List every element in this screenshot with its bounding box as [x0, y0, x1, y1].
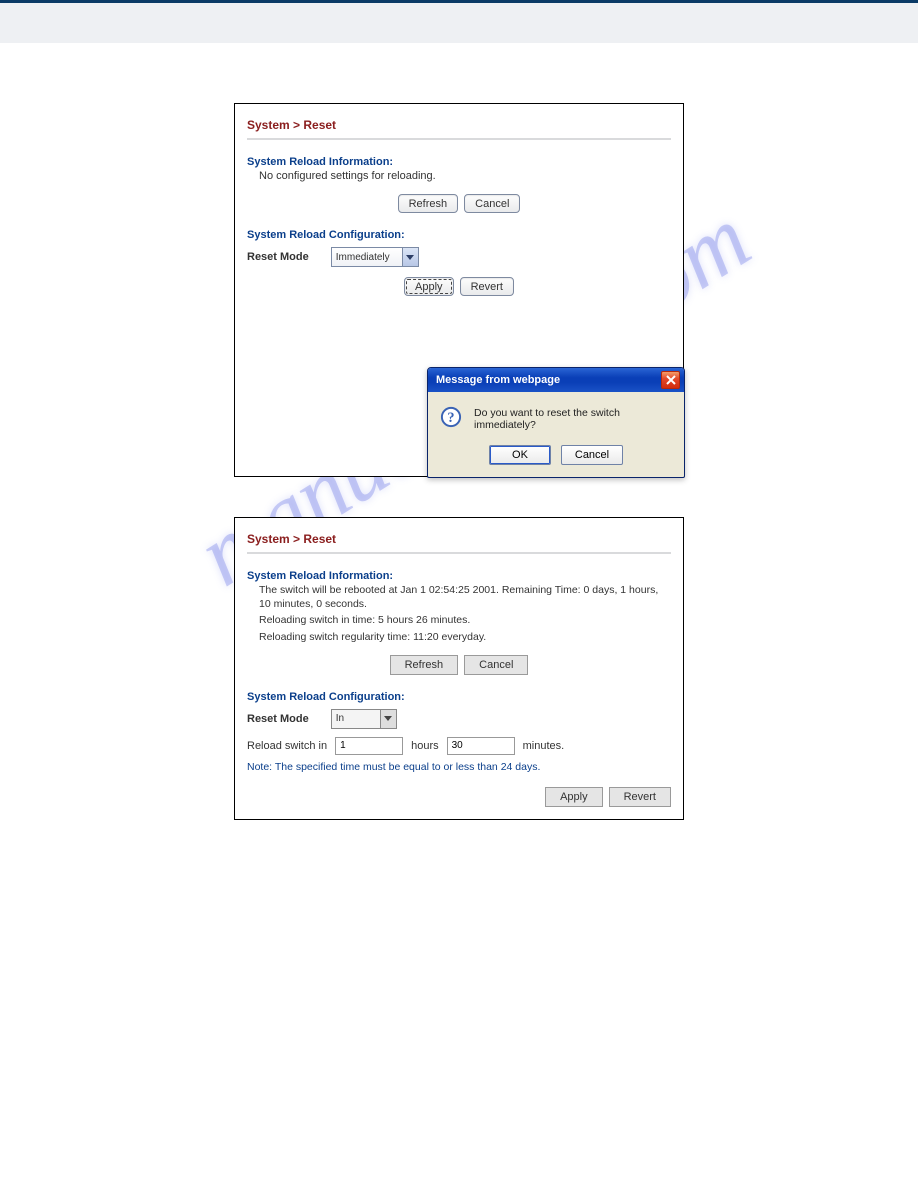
refresh-cancel-row: Refresh Cancel — [247, 655, 671, 675]
reload-info-line-2: Reloading switch in time: 5 hours 26 min… — [247, 612, 671, 628]
reload-info-line-3: Reloading switch regularity time: 11:20 … — [247, 629, 671, 645]
reload-info-heading: System Reload Information: — [247, 570, 671, 582]
reload-config-heading: System Reload Configuration: — [247, 229, 671, 241]
minutes-label: minutes. — [523, 740, 565, 752]
revert-button[interactable]: Revert — [609, 787, 671, 807]
close-button[interactable] — [661, 371, 680, 389]
refresh-cancel-row: Refresh Cancel — [247, 194, 671, 213]
reset-mode-select[interactable]: In — [331, 709, 397, 729]
reset-mode-select[interactable]: Immediately — [331, 247, 419, 267]
apply-button[interactable]: Apply — [404, 277, 454, 296]
hours-label: hours — [411, 740, 439, 752]
apply-button[interactable]: Apply — [545, 787, 603, 807]
refresh-button[interactable]: Refresh — [390, 655, 459, 675]
dialog-body: ? Do you want to reset the switch immedi… — [428, 392, 684, 439]
breadcrumb: System > Reset — [247, 528, 671, 554]
figure-1: System > Reset System Reload Information… — [234, 103, 684, 477]
close-icon — [666, 375, 676, 385]
figure-2: System > Reset System Reload Information… — [234, 517, 684, 820]
reset-mode-value: Immediately — [336, 252, 390, 263]
dialog-buttons: OK Cancel — [428, 439, 684, 477]
hours-input[interactable] — [335, 737, 403, 755]
figure-1-frame: System > Reset System Reload Information… — [234, 103, 684, 477]
dialog-title: Message from webpage — [436, 374, 560, 386]
reload-info-line-1: The switch will be rebooted at Jan 1 02:… — [247, 582, 671, 612]
dialog-titlebar: Message from webpage — [428, 368, 684, 392]
svg-text:?: ? — [447, 410, 454, 426]
revert-button[interactable]: Revert — [460, 277, 514, 296]
reload-info-text: No configured settings for reloading. — [247, 168, 671, 184]
cancel-button[interactable]: Cancel — [464, 655, 528, 675]
dialog-ok-button[interactable]: OK — [489, 445, 551, 465]
reset-mode-label: Reset Mode — [247, 713, 309, 725]
chevron-down-icon — [402, 248, 418, 266]
reload-config-heading: System Reload Configuration: — [247, 691, 671, 703]
reload-switch-in-label: Reload switch in — [247, 740, 327, 752]
refresh-button[interactable]: Refresh — [398, 194, 459, 213]
page-body: manualshive.com System > Reset System Re… — [0, 43, 918, 890]
reset-mode-row: Reset Mode Immediately — [247, 247, 671, 267]
dialog-message: Do you want to reset the switch immediat… — [474, 404, 674, 431]
note-text: Note: The specified time must be equal t… — [247, 761, 671, 773]
reload-switch-in-row: Reload switch in hours minutes. — [247, 737, 671, 755]
reset-mode-row: Reset Mode In — [247, 709, 671, 729]
reset-mode-label: Reset Mode — [247, 251, 309, 263]
reload-info-heading: System Reload Information: — [247, 156, 671, 168]
question-icon: ? — [438, 404, 464, 430]
apply-revert-row: Apply Revert — [247, 787, 671, 807]
breadcrumb: System > Reset — [247, 114, 671, 140]
figure-2-frame: System > Reset System Reload Information… — [234, 517, 684, 820]
apply-revert-row: Apply Revert — [247, 277, 671, 296]
chevron-down-icon — [380, 710, 396, 728]
cancel-button[interactable]: Cancel — [464, 194, 520, 213]
minutes-input[interactable] — [447, 737, 515, 755]
confirm-dialog: Message from webpage ? Do you want to re… — [427, 367, 685, 478]
dialog-cancel-button[interactable]: Cancel — [561, 445, 623, 465]
top-bar — [0, 0, 918, 43]
reset-mode-value: In — [336, 713, 344, 724]
